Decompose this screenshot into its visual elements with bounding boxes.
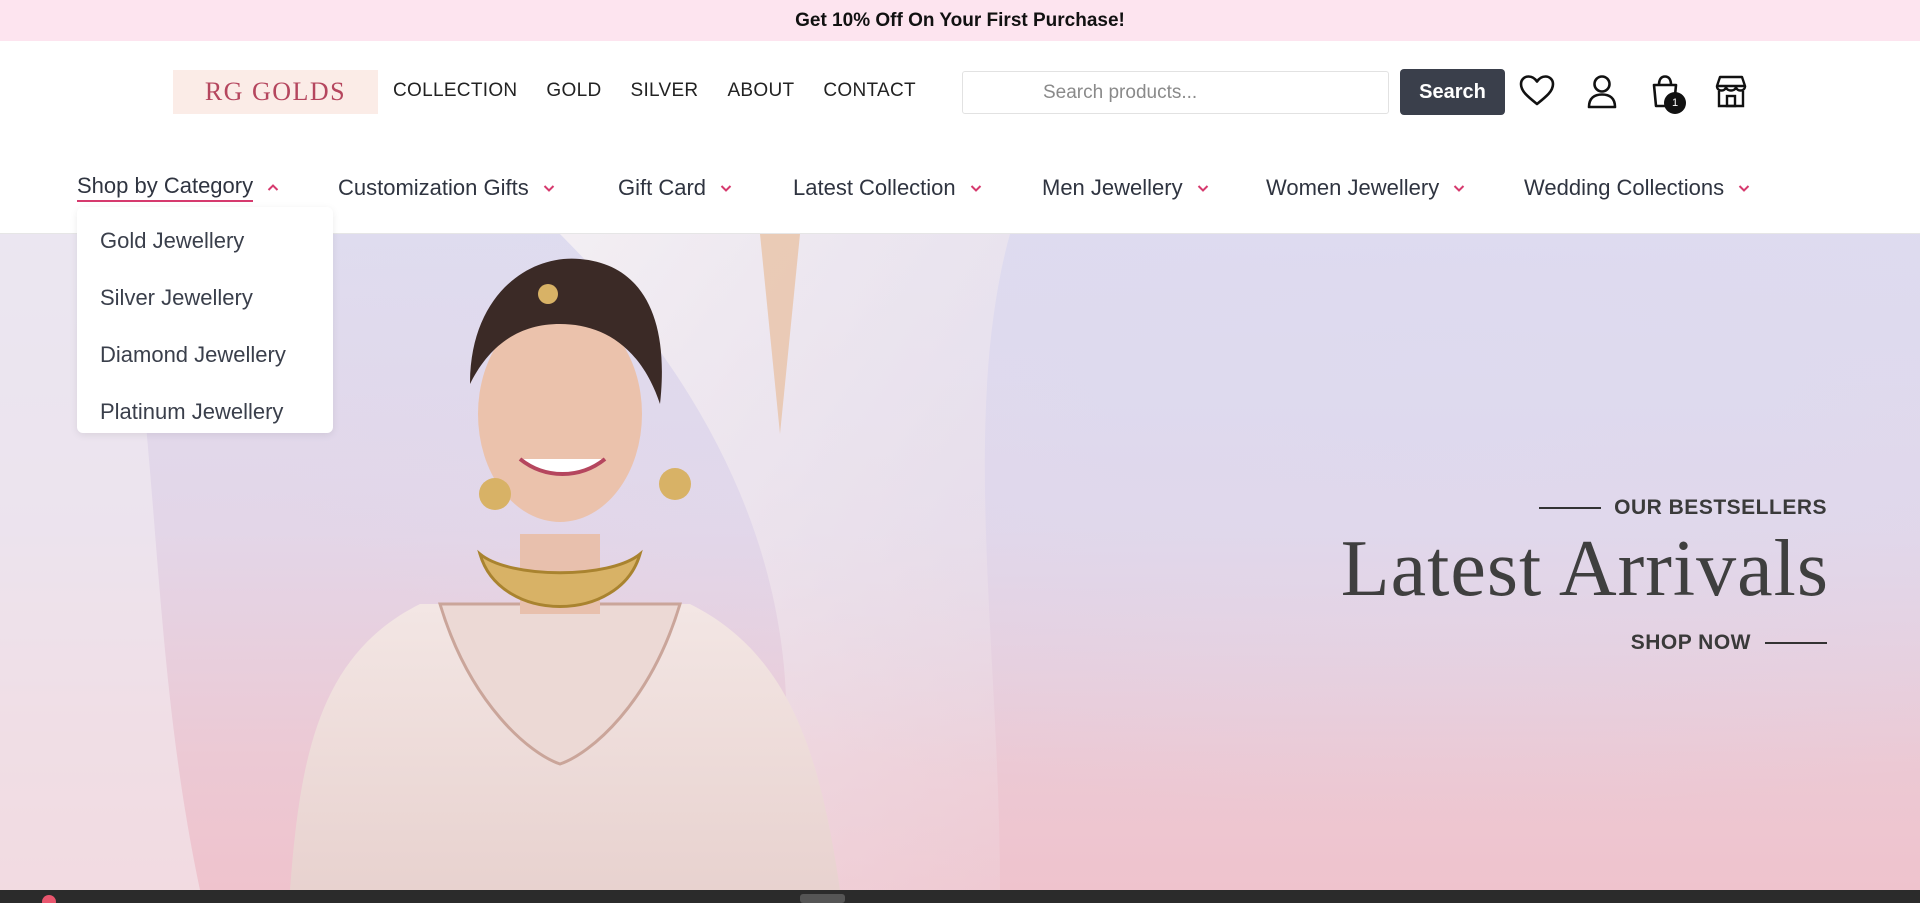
hero-eyebrow-text: OUR BESTSELLERS (1614, 496, 1827, 519)
bottom-strip (0, 890, 1920, 903)
category-latest-collection[interactable]: Latest Collection (793, 141, 982, 234)
category-label: Shop by Category (77, 173, 254, 202)
chevron-down-icon (1197, 184, 1208, 192)
search-input[interactable] (962, 71, 1389, 114)
category-customization-gifts[interactable]: Customization Gifts (338, 141, 555, 234)
category-wedding-collections[interactable]: Wedding Collections (1524, 141, 1750, 234)
nav-contact[interactable]: CONTACT (823, 80, 916, 102)
shop-now-line (1765, 642, 1827, 644)
category-label: Wedding Collections (1524, 174, 1725, 200)
main-nav: COLLECTION GOLD SILVER ABOUT CONTACT (393, 41, 945, 141)
hero-eyebrow: OUR BESTSELLERS (1539, 496, 1827, 520)
shop-now-link[interactable]: SHOP NOW (1631, 631, 1827, 655)
chevron-down-icon (720, 184, 732, 192)
category-dropdown: Gold Jewellery Silver Jewellery Diamond … (77, 207, 333, 433)
dropdown-item-silver-jewellery[interactable]: Silver Jewellery (77, 274, 333, 331)
category-label: Men Jewellery (1042, 174, 1183, 200)
shop-now-text: SHOP NOW (1630, 631, 1751, 654)
heart-icon[interactable] (1517, 71, 1557, 111)
dropdown-item-platinum-jewellery[interactable]: Platinum Jewellery (77, 388, 333, 445)
hero-title: Latest Arrivals (1340, 525, 1829, 613)
nav-about[interactable]: ABOUT (727, 80, 794, 102)
user-icon[interactable] (1582, 71, 1622, 111)
category-gift-card[interactable]: Gift Card (618, 141, 732, 234)
nav-gold[interactable]: GOLD (546, 80, 601, 102)
store-icon[interactable] (1711, 71, 1751, 111)
chevron-down-icon (970, 184, 981, 192)
category-label: Customization Gifts (338, 174, 529, 200)
category-label: Latest Collection (793, 174, 956, 200)
site-logo[interactable]: RG GOLDS (173, 70, 378, 114)
dropdown-item-gold-jewellery[interactable]: Gold Jewellery (77, 217, 333, 274)
chevron-up-icon (267, 183, 279, 191)
site-header: RG GOLDS COLLECTION GOLD SILVER ABOUT CO… (0, 41, 1920, 141)
chevron-down-icon (1738, 184, 1750, 192)
promo-text: Get 10% Off On Your First Purchase! (795, 9, 1125, 31)
nav-silver[interactable]: SILVER (630, 80, 698, 102)
taskbar-handle (800, 894, 845, 903)
category-label: Women Jewellery (1266, 174, 1440, 200)
category-women-jewellery[interactable]: Women Jewellery (1266, 141, 1465, 234)
search-button[interactable]: Search (1400, 69, 1505, 115)
promo-bar: Get 10% Off On Your First Purchase! (0, 0, 1920, 41)
category-label: Gift Card (618, 174, 707, 200)
category-men-jewellery[interactable]: Men Jewellery (1042, 141, 1209, 234)
dropdown-item-diamond-jewellery[interactable]: Diamond Jewellery (77, 331, 333, 388)
chevron-down-icon (543, 184, 554, 192)
taskbar-dot (42, 895, 56, 903)
cart-count-badge: 1 (1664, 92, 1686, 114)
eyebrow-line (1539, 507, 1602, 509)
logo-text: RG GOLDS (204, 77, 347, 106)
chevron-down-icon (1454, 184, 1465, 192)
nav-collection[interactable]: COLLECTION (393, 80, 517, 102)
